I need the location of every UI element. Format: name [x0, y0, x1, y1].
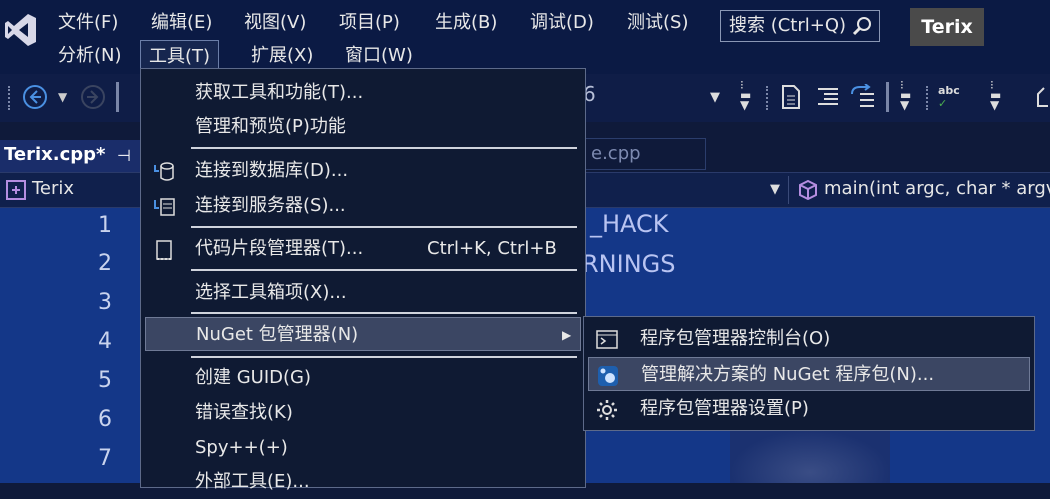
menu-item-label: 管理和预览(P)功能: [195, 116, 346, 137]
line-number: 1: [98, 213, 112, 238]
line-number: 5: [98, 368, 112, 393]
search-icon: [852, 17, 871, 36]
search-box[interactable]: 搜索 (Ctrl+Q): [720, 10, 880, 42]
toolbar-overflow-icon[interactable]: ⁝ ▬ ▼: [740, 79, 754, 114]
menu-item-error-lookup[interactable]: 错误查找(K): [145, 396, 581, 430]
toolbar-grip[interactable]: [8, 86, 12, 110]
background-image-fragment: [730, 430, 890, 483]
menu-item-label: 获取工具和功能(T)...: [195, 82, 364, 103]
menu-item-label: 连接到数据库(D)...: [195, 160, 349, 181]
menu-separator: [191, 269, 577, 271]
code-snippet-icon: [156, 240, 172, 260]
method-cube-icon: [799, 180, 817, 200]
forward-icon[interactable]: [80, 84, 106, 110]
toolbar-overflow-icon[interactable]: ⁝ ▬ ▼: [900, 79, 914, 114]
server-connect-icon: [154, 198, 175, 216]
project-scope-icon: [6, 180, 26, 200]
menu-separator: [191, 312, 577, 314]
nuget-icon: [598, 366, 618, 386]
line-number: 3: [98, 290, 112, 315]
line-number: 7: [98, 446, 112, 471]
toolbar-separator: [116, 82, 119, 112]
menu-item-shortcut: Ctrl+K, Ctrl+B: [427, 238, 557, 259]
menu-item-get-tools[interactable]: 获取工具和功能(T)...: [145, 76, 581, 110]
line-number: 6: [98, 407, 112, 432]
live-share-icon[interactable]: [1034, 86, 1050, 110]
line-number: 4: [98, 329, 112, 354]
menu-item-label: 外部工具(E)...: [195, 471, 310, 492]
menu-item-create-guid[interactable]: 创建 GUID(G): [145, 361, 581, 395]
menu-item-spy[interactable]: Spy++(+): [145, 431, 581, 465]
toolbar-overflow-icon[interactable]: ⁝ ▬ ▼: [990, 79, 1004, 114]
menu-window[interactable]: 窗口(W): [337, 43, 421, 69]
menu-item-connect-server[interactable]: 连接到服务器(S)...: [145, 189, 581, 223]
scope-dropdown[interactable]: Terix: [32, 178, 74, 199]
nuget-submenu: 程序包管理器控制台(O) 管理解决方案的 NuGet 程序包(N)... 程序包…: [583, 316, 1035, 431]
member-dropdown[interactable]: main(int argc, char * argv: [824, 178, 1050, 199]
visual-studio-logo-icon: [5, 14, 36, 46]
spellcheck-icon[interactable]: abc ✓: [938, 84, 960, 110]
menu-separator: [191, 356, 577, 358]
pin-icon[interactable]: ⊣: [117, 146, 131, 165]
submenu-item-label: 程序包管理器设置(P): [640, 398, 809, 419]
submenu-item-label: 管理解决方案的 NuGet 程序包(N)...: [641, 364, 935, 385]
menu-separator: [191, 147, 577, 149]
menu-item-label: NuGet 包管理器(N): [196, 324, 359, 345]
submenu-arrow-icon: ▶: [562, 328, 572, 342]
submenu-item-label: 程序包管理器控制台(O): [640, 328, 831, 349]
navbar-divider: [788, 176, 789, 204]
menu-project[interactable]: 项目(P): [331, 10, 408, 36]
code-fragment: RNINGS: [582, 250, 676, 278]
document-icon[interactable]: [780, 84, 802, 110]
gear-icon: [597, 400, 617, 420]
bookmark-toggle-icon[interactable]: [848, 84, 876, 110]
back-dropdown-arrow-icon[interactable]: ▼: [58, 90, 67, 104]
menu-item-label: Spy++(+): [195, 437, 288, 458]
menu-extensions[interactable]: 扩展(X): [243, 43, 321, 69]
menu-debug[interactable]: 调试(D): [522, 10, 602, 36]
console-icon: [596, 330, 618, 349]
submenu-item-package-console[interactable]: 程序包管理器控制台(O): [588, 322, 1030, 356]
menu-item-choose-toolbox[interactable]: 选择工具箱项(X)...: [145, 276, 581, 310]
menu-item-external-tools[interactable]: 外部工具(E)...: [145, 465, 581, 499]
toolbar-grip[interactable]: [766, 86, 770, 110]
menu-edit[interactable]: 编辑(E): [143, 10, 220, 36]
toolbar-grip[interactable]: [926, 86, 930, 110]
line-number: 2: [98, 251, 112, 276]
search-label: 搜索 (Ctrl+Q): [729, 15, 847, 36]
chevron-down-icon[interactable]: ▼: [770, 182, 780, 197]
code-fragment: _HACK: [590, 210, 669, 238]
menu-item-nuget[interactable]: NuGet 包管理器(N) ▶: [145, 317, 581, 351]
format-lines-icon[interactable]: [816, 86, 840, 108]
tab-label: e.cpp: [591, 143, 641, 164]
menu-view[interactable]: 视图(V): [236, 10, 314, 36]
menu-item-connect-database[interactable]: 连接到数据库(D)...: [145, 154, 581, 188]
menu-item-label: 创建 GUID(G): [195, 367, 312, 388]
menu-item-code-snippets[interactable]: 代码片段管理器(T)... Ctrl+K, Ctrl+B: [145, 232, 581, 266]
menu-file[interactable]: 文件(F): [50, 10, 126, 36]
account-button[interactable]: Terix: [910, 8, 984, 46]
menu-item-label: 代码片段管理器(T)...: [195, 238, 364, 259]
menu-test[interactable]: 测试(S): [619, 10, 696, 36]
menu-item-label: 选择工具箱项(X)...: [195, 282, 347, 303]
tools-menu: 获取工具和功能(T)... 管理和预览(P)功能 连接到数据库(D)... 连接…: [140, 68, 586, 492]
config-dropdown-arrow-icon[interactable]: ▼: [710, 90, 720, 105]
database-connect-icon: [154, 162, 174, 181]
back-icon[interactable]: [22, 84, 48, 110]
menu-separator: [191, 226, 577, 228]
submenu-item-manage-nuget-packages[interactable]: 管理解决方案的 NuGet 程序包(N)...: [588, 357, 1030, 391]
toolbar-separator: [886, 82, 889, 112]
menu-item-label: 错误查找(K): [195, 402, 293, 423]
menu-analyze[interactable]: 分析(N): [50, 43, 130, 69]
tab-inactive[interactable]: e.cpp: [582, 138, 706, 170]
menu-item-manage-preview[interactable]: 管理和预览(P)功能: [145, 110, 581, 144]
tab-label: Terix.cpp*: [4, 144, 106, 165]
submenu-item-package-settings[interactable]: 程序包管理器设置(P): [588, 392, 1030, 426]
menu-item-label: 连接到服务器(S)...: [195, 195, 346, 216]
menu-build[interactable]: 生成(B): [427, 10, 505, 36]
